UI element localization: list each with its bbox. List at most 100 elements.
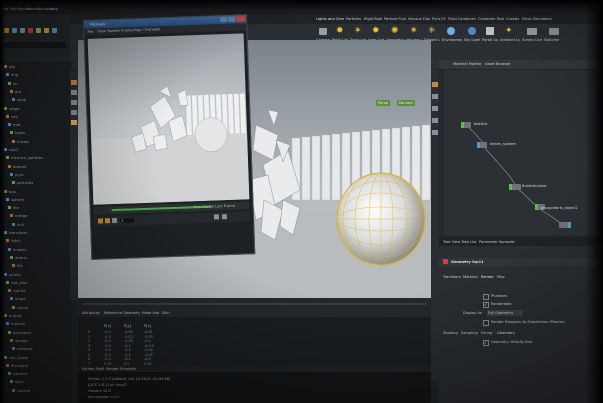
tree-item[interactable]: camera [8, 371, 27, 376]
flip-menu-help[interactable]: Help [133, 28, 143, 33]
subtab-geometry[interactable]: Geometry [497, 331, 515, 335]
shelf-tab-particle-fluids[interactable]: Particle Fluids [384, 17, 406, 21]
main-timeline[interactable] [78, 298, 431, 310]
node-debris[interactable]: bdebris [461, 122, 487, 128]
tab-render-scheduler[interactable]: Render Scheduler [106, 367, 136, 371]
flipbook-frame[interactable]: 1 [119, 218, 135, 224]
wireframe-icon[interactable] [432, 106, 438, 111]
ghost-icon[interactable] [432, 118, 438, 123]
tree-item[interactable]: mantra [6, 321, 25, 326]
tab-take-list[interactable]: Take List [461, 240, 477, 244]
shelf-tab-fluid-containers[interactable]: Fluid Containers [448, 17, 476, 21]
tree-item[interactable]: rbd_glue [6, 280, 28, 285]
tree-item[interactable]: stage [10, 296, 26, 301]
tree-item[interactable]: debris [10, 255, 27, 260]
node-debris-system[interactable]: debris_system [477, 142, 516, 148]
tree-item[interactable]: mat [8, 122, 21, 127]
close-button[interactable] [235, 16, 246, 22]
tree-item[interactable]: cop2 [4, 147, 18, 152]
shelf-tab-pyro[interactable]: Pyro FX [432, 17, 446, 21]
open-icon[interactable] [12, 28, 17, 33]
velocity-blur-checkbox[interactable]: ✓ [483, 340, 489, 346]
stop-icon[interactable] [111, 217, 118, 224]
flip-menu-render[interactable]: Render [107, 29, 121, 34]
shelf-tab-lights[interactable]: Lights and Cameras [316, 17, 344, 21]
tree-item[interactable]: merge [10, 213, 27, 218]
subtab-dicing[interactable]: Dicing [481, 331, 495, 335]
shelf-tab-viscous-fluids[interactable]: Viscous Fluids [408, 17, 430, 21]
shelf-tab-drive-sim[interactable]: Drive Simulation [522, 17, 552, 21]
phantom-checkbox[interactable] [483, 294, 489, 300]
tab-python-shell[interactable]: Python Shell [82, 367, 104, 371]
flip-menu-file[interactable]: File [87, 30, 97, 35]
shading-icon[interactable] [432, 94, 438, 99]
tab-tree-view[interactable]: Tree View [443, 240, 461, 244]
ambient-light-tool[interactable]: ✦ Ambient Light [500, 26, 520, 46]
tree-item[interactable]: furdes [12, 139, 29, 144]
subtab-render[interactable]: Render [481, 275, 495, 279]
display-options-icon[interactable] [432, 82, 438, 87]
tree-item[interactable]: stage [4, 106, 20, 111]
maximize-button[interactable] [227, 16, 236, 22]
tree-item[interactable]: light [10, 379, 23, 384]
shelf-tab-container-tools[interactable]: Container Tools [478, 17, 504, 21]
tree-item[interactable]: cache [12, 305, 28, 310]
tree-item[interactable]: file [8, 205, 19, 210]
tree-item[interactable]: impact [8, 247, 26, 252]
move-tool-icon[interactable] [71, 90, 77, 95]
tab-node-info[interactable]: Node Info [142, 311, 160, 315]
viewport-cam-badge[interactable]: No cam [397, 100, 415, 106]
subtab-transform[interactable]: Transform [443, 275, 461, 279]
node-fluidsimulator[interactable]: fluidsimulator [509, 184, 547, 190]
tree-item[interactable]: dopnet [8, 164, 26, 169]
rotate-tool-icon[interactable] [71, 100, 77, 105]
minimize-button[interactable] [219, 16, 228, 23]
flip-menu-view[interactable]: View [97, 29, 107, 34]
tab-param-spreadsheet[interactable]: Parameter Spreadsheet [479, 240, 515, 244]
tree-item[interactable]: fetch [6, 238, 21, 243]
paste-icon[interactable] [44, 28, 49, 33]
cut-icon[interactable] [28, 28, 33, 33]
tree-item[interactable]: vex [6, 114, 18, 119]
tree-item[interactable]: flip [12, 263, 23, 268]
console-line-4[interactable]: hou.session >>> [88, 395, 288, 399]
tree-item[interactable]: network [12, 346, 32, 351]
tree-item[interactable]: fracture_spheres [6, 155, 43, 160]
snap-icon[interactable] [432, 130, 438, 135]
tab-attributes[interactable]: Attributes [82, 311, 102, 315]
tree-item[interactable]: ropnet [8, 288, 25, 293]
flip-menu-channels[interactable]: Channels [143, 27, 161, 32]
flip-menu-frame[interactable]: Frame [121, 28, 133, 33]
tree-item[interactable]: null [12, 222, 24, 227]
shelf-tab-crowds[interactable]: Crowds [506, 17, 520, 21]
subtab-misc[interactable]: Misc [497, 275, 507, 279]
flipbook-image[interactable] [87, 33, 250, 205]
subtab-sampling[interactable]: Sampling [461, 331, 479, 335]
viewport-persp-badge[interactable]: Persp [376, 100, 390, 106]
play-icon[interactable] [104, 218, 111, 224]
handle-tool-icon[interactable] [71, 120, 77, 125]
save-icon[interactable] [20, 28, 25, 33]
tab-reference-geometry[interactable]: Reference Geometry [104, 311, 140, 315]
tab-material-palette[interactable]: Material Palette [453, 62, 481, 66]
node-output[interactable] [559, 222, 571, 228]
tree-item[interactable]: ch [8, 81, 18, 86]
switcher-tool[interactable]: Switcher [544, 26, 564, 46]
audio-icon[interactable] [221, 214, 228, 220]
display-as-select[interactable]: Full Geometry [487, 310, 523, 317]
subtab-material[interactable]: Material [463, 275, 479, 279]
tab-skin[interactable]: Skin [162, 311, 176, 315]
shelf-tab-particles[interactable]: Particles [346, 17, 362, 21]
sky-light-tool[interactable]: Sky Light [464, 26, 480, 46]
tree-item[interactable]: points [4, 272, 21, 277]
tab-asset-browser[interactable]: Asset Browser [485, 62, 511, 66]
select-tool-icon[interactable] [71, 80, 77, 85]
portal-light-tool[interactable]: Portal Light [482, 26, 498, 46]
tree-item[interactable]: out [10, 89, 21, 94]
subtab-shading[interactable]: Shading [443, 331, 459, 335]
renderable-checkbox[interactable]: ✓ [483, 302, 489, 308]
tree-item[interactable]: rbd_solver [4, 355, 29, 360]
tree-item[interactable]: transform [4, 230, 28, 235]
tree-item[interactable]: sphere [6, 197, 24, 202]
path-field[interactable] [4, 42, 66, 48]
